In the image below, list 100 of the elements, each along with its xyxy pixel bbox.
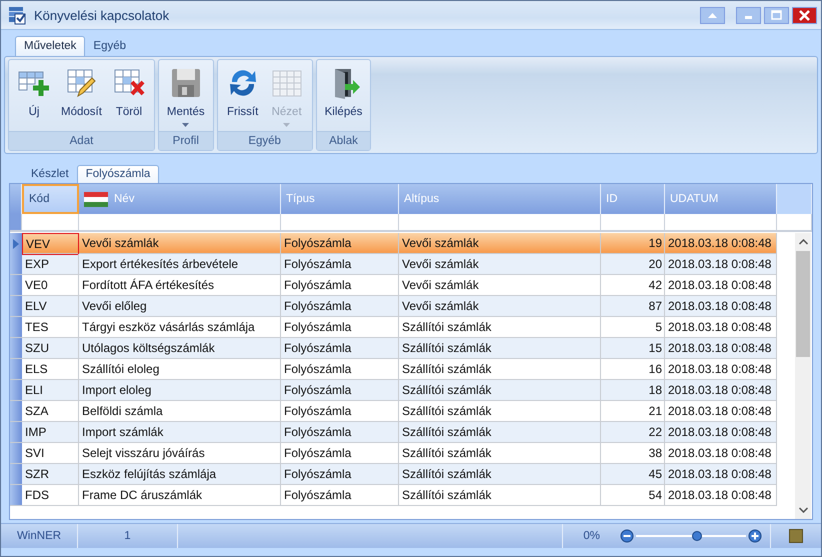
- table-cell: Szállítói számlák: [399, 317, 601, 337]
- scroll-up-icon[interactable]: [798, 239, 808, 245]
- table-cell: TES: [22, 317, 79, 337]
- ribbon-command[interactable]: Töröl: [108, 62, 150, 131]
- close-button[interactable]: [792, 6, 817, 24]
- table-cell: ELV: [22, 296, 79, 316]
- table-cell: Folyószámla: [281, 443, 399, 463]
- table-cell: Szállítói számlák: [399, 380, 601, 400]
- table-row[interactable]: ELI Import eloleg Folyószámla Szállítói számlák 18 2018.03.18 0:08:48: [10, 380, 777, 401]
- row-indicator[interactable]: [10, 275, 22, 295]
- table-cell: SVI: [22, 443, 79, 463]
- table-cell: 2018.03.18 0:08:48: [665, 296, 777, 316]
- table-row[interactable]: FDS Frame DC áruszámlák Folyószámla Szállítói számlák 54 2018.03.18 0:08:48: [10, 485, 777, 506]
- document-tab[interactable]: Folyószámla: [76, 165, 160, 183]
- table-cell: Export értékesítés árbevétele: [79, 254, 281, 274]
- row-indicator-header: [10, 184, 22, 214]
- selected-row[interactable]: VEV Vevői számlák Folyószámla Vevői számlák 19 2018.03.18 0:08:48: [10, 233, 777, 254]
- zoom-level: 0%: [582, 529, 601, 544]
- ribbon-command: Nézet: [266, 62, 308, 131]
- table-cell: Szállítói számlák: [399, 401, 601, 421]
- table-cell: Vevői számlák: [399, 296, 601, 316]
- table-cell: 22: [601, 422, 665, 442]
- current-row-arrow-icon: [13, 239, 19, 249]
- row-indicator[interactable]: [10, 380, 22, 400]
- table-cell: Frame DC áruszámlák: [79, 485, 281, 505]
- table-cell: 18: [601, 380, 665, 400]
- dropdown-arrow-icon: [283, 123, 290, 127]
- status-text: WinNER: [1, 524, 78, 548]
- table-cell: Vevői előleg: [79, 296, 281, 316]
- zoom-in-icon[interactable]: [748, 529, 762, 543]
- maximize-button[interactable]: [764, 6, 789, 24]
- ribbon-tab[interactable]: Egyéb: [85, 37, 134, 56]
- table-cell: 2018.03.18 0:08:48: [665, 317, 777, 337]
- ribbon-command[interactable]: Mentés: [162, 62, 209, 131]
- ribbon-command[interactable]: Frissít: [222, 62, 264, 131]
- table-cell: ELI: [22, 380, 79, 400]
- window-title: Könyvelési kapcsolatok: [34, 8, 170, 22]
- table-cell: 16: [601, 359, 665, 379]
- app-icon: [7, 5, 27, 25]
- row-indicator[interactable]: [10, 401, 22, 421]
- table-cell: 2018.03.18 0:08:48: [665, 485, 777, 505]
- zoom-out-icon[interactable]: [620, 529, 634, 543]
- minimize-button[interactable]: [736, 6, 761, 24]
- square-icon: [789, 529, 803, 543]
- table-cell: Selejt visszáru jóváírás: [79, 443, 281, 463]
- table-cell: Szállítói számlák: [399, 443, 601, 463]
- table-cell: VE0: [22, 275, 79, 295]
- table-cell: 20: [601, 254, 665, 274]
- table-cell: 38: [601, 443, 665, 463]
- group-label: Profil: [158, 131, 213, 150]
- table-cell: Belföldi számla: [79, 401, 281, 421]
- column-header-blank: [777, 184, 812, 214]
- table-cell: Szállítói számlák: [399, 464, 601, 484]
- row-indicator[interactable]: [10, 317, 22, 337]
- ribbon-tab[interactable]: Műveletek: [15, 36, 86, 56]
- table-cell: 2018.03.18 0:08:48: [665, 275, 777, 295]
- row-indicator[interactable]: [10, 233, 22, 255]
- row-indicator[interactable]: [10, 443, 22, 463]
- table-cell: Folyószámla: [281, 317, 399, 337]
- table-cell: Folyószámla: [281, 254, 399, 274]
- column-header[interactable]: Kód: [22, 184, 79, 214]
- table-cell: SZU: [22, 338, 79, 358]
- table-cell: 2018.03.18 0:08:48: [665, 338, 777, 358]
- table-cell: 2018.03.18 0:08:48: [665, 254, 777, 274]
- table-cell: 2018.03.18 0:08:48: [665, 401, 777, 421]
- row-indicator[interactable]: [10, 359, 22, 379]
- table-cell: Szállítói számlák: [399, 422, 601, 442]
- table-cell: 15: [601, 338, 665, 358]
- slider-thumb[interactable]: [692, 531, 702, 541]
- row-indicator[interactable]: [10, 485, 22, 505]
- collapse-ribbon-button[interactable]: [700, 6, 725, 24]
- table-cell: 2018.03.18 0:08:48: [665, 380, 777, 400]
- table-cell: 2018.03.18 0:08:48: [665, 359, 777, 379]
- table-cell: 42: [601, 275, 665, 295]
- status-text: 1: [78, 524, 178, 548]
- table-row[interactable]: EXP Export értékesítés árbevétele Folyószámla Vevői számlák 20 2018.03.18 0:08:48: [10, 254, 777, 275]
- row-indicator[interactable]: [10, 296, 22, 316]
- scroll-down-icon[interactable]: [798, 507, 808, 513]
- row-indicator[interactable]: [10, 464, 22, 484]
- row-indicator[interactable]: [10, 338, 22, 358]
- ribbon-command[interactable]: Módosít: [57, 62, 106, 131]
- table-cell: 54: [601, 485, 665, 505]
- scroll-thumb[interactable]: [796, 251, 810, 357]
- table-row[interactable]: ELV Vevői előleg Folyószámla Vevői számlák 87 2018.03.18 0:08:48: [10, 296, 777, 317]
- table-cell: Eszköz felújítás számlája: [79, 464, 281, 484]
- table-row[interactable]: SZR Eszköz felújítás számlája Folyószámla Szállítói számlák 45 2018.03.18 0:08:48: [10, 464, 777, 485]
- ribbon-command[interactable]: Új: [13, 62, 55, 131]
- row-indicator[interactable]: [10, 422, 22, 442]
- row-indicator[interactable]: [10, 254, 22, 274]
- table-cell: IMP: [22, 422, 79, 442]
- table-row[interactable]: SZU Utólagos költségszámlák Folyószámla Szállítói számlák 15 2018.03.18 0:08:48: [10, 338, 777, 359]
- table-row[interactable]: IMP Import számlák Folyószámla Szállítói számlák 22 2018.03.18 0:08:48: [10, 422, 777, 443]
- ribbon-command[interactable]: Kilépés: [320, 62, 366, 131]
- vertical-scrollbar[interactable]: [795, 233, 811, 519]
- table-cell: Folyószámla: [281, 464, 399, 484]
- table-cell: 45: [601, 464, 665, 484]
- document-tab[interactable]: Készlet: [23, 166, 77, 183]
- table-cell: Szállítói számlák: [399, 338, 601, 358]
- group-label: Ablak: [316, 131, 370, 150]
- table-cell: Import számlák: [79, 422, 281, 442]
